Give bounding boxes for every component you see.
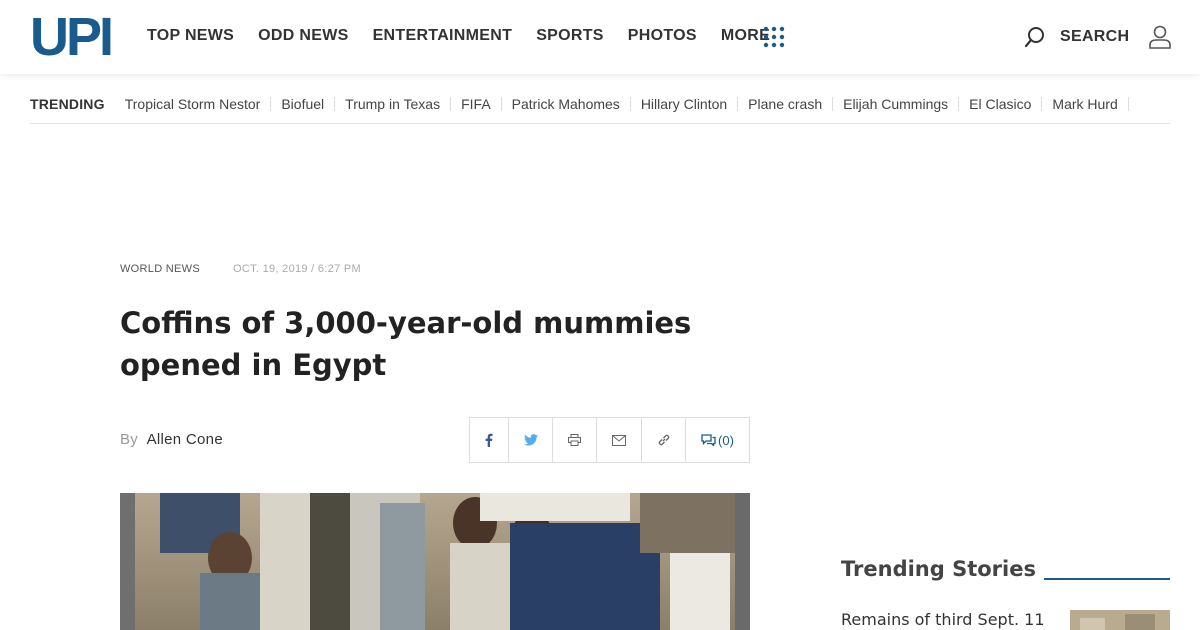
share-toolbar: (0) [469,417,750,463]
trending-story-link[interactable]: Remains of third Sept. 11 [841,610,1045,629]
trending-stories-heading: Trending Stories [841,557,1036,581]
print-icon [568,434,581,446]
article-photo[interactable] [120,493,750,630]
search-button[interactable]: SEARCH [1024,26,1129,48]
email-icon [612,434,626,446]
byline-prefix: By [120,431,139,448]
nav-entertainment[interactable]: ENTERTAINMENT [373,26,513,46]
trending-item[interactable]: Elijah Cummings [833,96,960,111]
story-thumbnail-image [1070,610,1170,630]
author-link[interactable]: Allen Cone [147,431,223,448]
upi-logo[interactable]: UPI [30,10,114,64]
trending-item[interactable]: Hillary Clinton [631,96,739,111]
trending-item[interactable]: Plane crash [738,96,834,111]
trending-item[interactable]: Patrick Mahomes [502,96,631,111]
email-share-button[interactable] [597,418,642,462]
article-headline: Coffins of 3,000-year-old mummies opened… [120,306,692,382]
trending-bar: TRENDING Tropical Storm Nestor Biofuel T… [30,84,1170,124]
nav-photos[interactable]: PHOTOS [628,26,697,46]
trending-item[interactable]: Trump in Texas [335,96,452,111]
trending-label: TRENDING [30,95,105,112]
trending-item[interactable]: Tropical Storm Nestor [115,96,272,111]
trending-item[interactable]: FIFA [451,96,502,111]
facebook-share-button[interactable] [470,418,509,462]
print-button[interactable] [553,418,597,462]
site-header: UPI TOP NEWS ODD NEWS ENTERTAINMENT SPOR… [0,0,1200,74]
trending-item[interactable]: Biofuel [271,96,336,111]
comments-button[interactable]: (0) [686,418,749,462]
article-photo-image [120,493,750,630]
trending-story-thumbnail[interactable] [1070,610,1170,630]
apps-grid-icon[interactable] [763,26,785,48]
comments-icon [701,434,716,446]
twitter-icon [523,434,538,446]
link-icon [658,434,669,446]
comment-count: (0) [718,432,734,448]
nav-sports[interactable]: SPORTS [536,26,604,46]
facebook-icon [485,433,493,447]
main-nav: TOP NEWS ODD NEWS ENTERTAINMENT SPORTS P… [147,26,770,46]
trending-item[interactable]: El Clasico [959,96,1043,111]
nav-top-news[interactable]: TOP NEWS [147,26,234,46]
article-category[interactable]: WORLD NEWS [120,263,200,275]
twitter-share-button[interactable] [509,418,553,462]
article-meta: WORLD NEWS OCT. 19, 2019 / 6:27 PM [120,263,361,275]
copy-link-button[interactable] [642,418,686,462]
article-date: OCT. 19, 2019 / 6:27 PM [233,263,361,275]
trending-item[interactable]: Mark Hurd [1042,96,1129,111]
nav-odd-news[interactable]: ODD NEWS [258,26,348,46]
heading-rule [1044,578,1170,580]
search-icon [1024,27,1044,48]
byline: By Allen Cone [120,431,223,448]
user-account-icon[interactable] [1148,24,1172,50]
search-label: SEARCH [1060,28,1130,45]
